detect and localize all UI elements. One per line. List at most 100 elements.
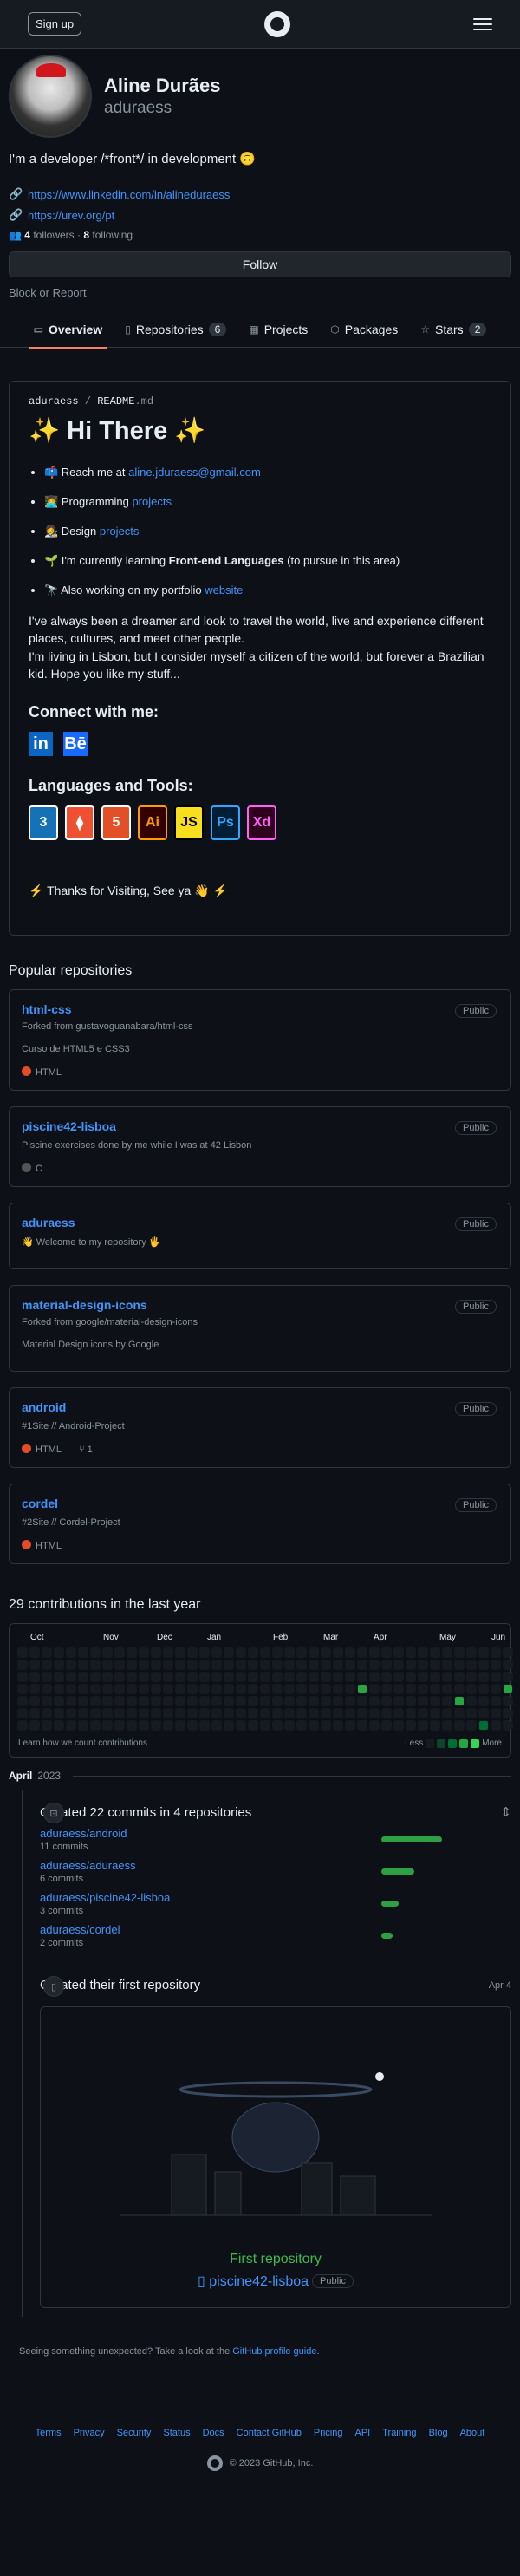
contribution-day[interactable]	[478, 1647, 489, 1658]
contribution-day[interactable]	[139, 1660, 149, 1670]
tab-stars[interactable]: ☆ Stars 2	[420, 311, 487, 348]
followers-link[interactable]: 4 followers	[24, 229, 74, 241]
repo-name-link[interactable]: material-design-icons	[22, 1298, 147, 1312]
contribution-day[interactable]	[333, 1672, 343, 1682]
contribution-day[interactable]	[296, 1684, 307, 1694]
contribution-day[interactable]	[151, 1647, 161, 1658]
contribution-day[interactable]	[78, 1684, 88, 1694]
following-link[interactable]: 8 following	[83, 229, 133, 241]
contribution-day[interactable]	[503, 1660, 513, 1670]
contribution-day[interactable]	[406, 1720, 416, 1731]
contribution-day[interactable]	[321, 1660, 331, 1670]
linkedin-link[interactable]: https://www.linkedin.com/in/alineduraess	[28, 188, 230, 201]
contribution-day[interactable]	[236, 1660, 246, 1670]
contribution-day[interactable]	[454, 1696, 465, 1706]
contribution-day[interactable]	[78, 1708, 88, 1718]
contribution-day[interactable]	[17, 1647, 28, 1658]
contribution-day[interactable]	[151, 1696, 161, 1706]
contribution-day[interactable]	[260, 1708, 270, 1718]
contribution-day[interactable]	[478, 1684, 489, 1694]
contribution-day[interactable]	[369, 1696, 380, 1706]
contribution-day[interactable]	[466, 1708, 477, 1718]
contribution-day[interactable]	[309, 1672, 319, 1682]
contribution-day[interactable]	[296, 1720, 307, 1731]
repo-forks[interactable]: ⑂ 1	[79, 1445, 93, 1455]
contribution-day[interactable]	[430, 1696, 440, 1706]
tab-repositories[interactable]: ▯ Repositories 6	[125, 311, 227, 348]
contribution-day[interactable]	[393, 1660, 404, 1670]
contribution-day[interactable]	[224, 1647, 234, 1658]
contribution-day[interactable]	[345, 1660, 355, 1670]
contribution-day[interactable]	[224, 1720, 234, 1731]
contribution-day[interactable]	[236, 1720, 246, 1731]
contribution-day[interactable]	[284, 1720, 295, 1731]
github-logo-icon[interactable]	[264, 10, 291, 37]
contribution-day[interactable]	[102, 1672, 113, 1682]
contribution-day[interactable]	[224, 1672, 234, 1682]
contribution-day[interactable]	[224, 1708, 234, 1718]
repo-name-link[interactable]: aduraess	[22, 1216, 75, 1229]
contribution-day[interactable]	[54, 1684, 64, 1694]
contribution-day[interactable]	[333, 1696, 343, 1706]
contribution-day[interactable]	[503, 1647, 513, 1658]
contribution-day[interactable]	[163, 1684, 173, 1694]
contribution-day[interactable]	[17, 1720, 28, 1731]
design-projects-link[interactable]: projects	[100, 525, 140, 538]
contribution-day[interactable]	[211, 1684, 222, 1694]
contribution-day[interactable]	[406, 1684, 416, 1694]
contribution-day[interactable]	[102, 1684, 113, 1694]
collapse-icon[interactable]: ⇕	[500, 1804, 511, 1820]
contribution-day[interactable]	[345, 1720, 355, 1731]
contribution-day[interactable]	[199, 1660, 210, 1670]
contribution-day[interactable]	[345, 1672, 355, 1682]
contribution-day[interactable]	[454, 1647, 465, 1658]
contribution-day[interactable]	[260, 1684, 270, 1694]
contribution-day[interactable]	[296, 1647, 307, 1658]
contribution-day[interactable]	[90, 1708, 101, 1718]
contribution-day[interactable]	[357, 1708, 367, 1718]
contribution-day[interactable]	[466, 1660, 477, 1670]
contribution-day[interactable]	[29, 1660, 40, 1670]
contribution-day[interactable]	[333, 1647, 343, 1658]
contribution-day[interactable]	[163, 1708, 173, 1718]
contribution-day[interactable]	[442, 1708, 452, 1718]
contribution-day[interactable]	[78, 1696, 88, 1706]
block-or-report-link[interactable]: Block or Report	[9, 286, 511, 299]
commit-repo-link[interactable]: aduraess/piscine42-lisboa	[40, 1891, 170, 1904]
contribution-day[interactable]	[345, 1696, 355, 1706]
contribution-day[interactable]	[284, 1660, 295, 1670]
contribution-day[interactable]	[127, 1672, 137, 1682]
contribution-day[interactable]	[199, 1647, 210, 1658]
contribution-day[interactable]	[114, 1696, 125, 1706]
contribution-day[interactable]	[29, 1672, 40, 1682]
contribution-day[interactable]	[248, 1684, 258, 1694]
contribution-day[interactable]	[454, 1684, 465, 1694]
repo-name-link[interactable]: android	[22, 1400, 66, 1414]
contribution-day[interactable]	[175, 1696, 185, 1706]
learn-contributions-link[interactable]: Learn how we count contributions	[18, 1738, 147, 1748]
contribution-day[interactable]	[17, 1708, 28, 1718]
contribution-day[interactable]	[114, 1708, 125, 1718]
contribution-day[interactable]	[309, 1660, 319, 1670]
contribution-day[interactable]	[54, 1696, 64, 1706]
contribution-day[interactable]	[503, 1696, 513, 1706]
email-link[interactable]: aline.jduraess@gmail.com	[128, 466, 261, 479]
contribution-day[interactable]	[381, 1660, 392, 1670]
contribution-day[interactable]	[418, 1672, 428, 1682]
contribution-day[interactable]	[430, 1708, 440, 1718]
contribution-day[interactable]	[102, 1696, 113, 1706]
contribution-day[interactable]	[236, 1647, 246, 1658]
contribution-day[interactable]	[17, 1672, 28, 1682]
contribution-day[interactable]	[211, 1720, 222, 1731]
contribution-day[interactable]	[478, 1660, 489, 1670]
contribution-day[interactable]	[454, 1708, 465, 1718]
contribution-day[interactable]	[333, 1684, 343, 1694]
contribution-day[interactable]	[199, 1720, 210, 1731]
contribution-day[interactable]	[345, 1684, 355, 1694]
footer-link[interactable]: Docs	[203, 2428, 224, 2438]
contribution-day[interactable]	[406, 1647, 416, 1658]
tab-projects[interactable]: ▦ Projects	[249, 311, 308, 348]
contribution-day[interactable]	[357, 1660, 367, 1670]
contribution-day[interactable]	[151, 1708, 161, 1718]
contribution-day[interactable]	[199, 1672, 210, 1682]
